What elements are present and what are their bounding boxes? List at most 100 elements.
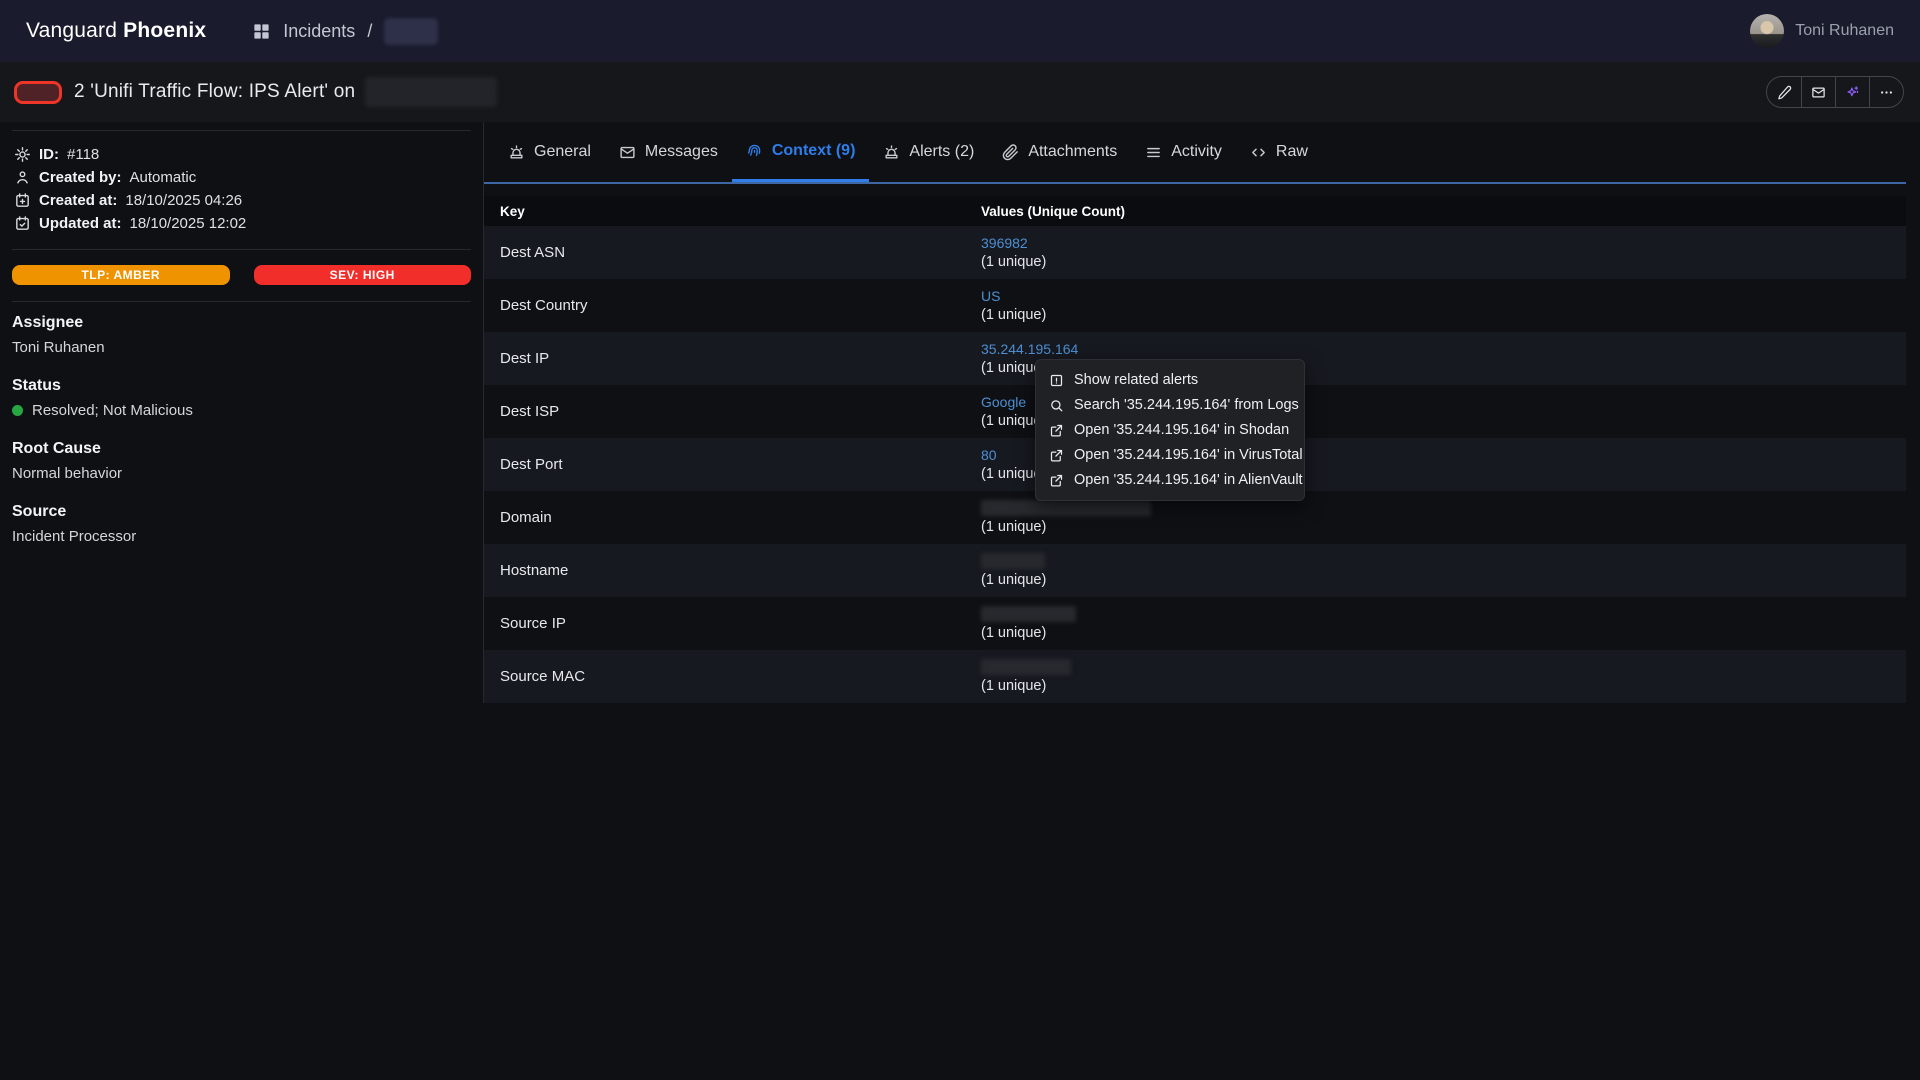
incident-actions [1766,76,1904,108]
gear-icon [14,146,31,163]
table-row: Dest Country US (1 unique) [484,279,1906,332]
menu-item-label: Open '35.244.195.164' in VirusTotal [1074,447,1303,463]
row-key: Hostname [484,562,981,579]
external-link-icon [1049,423,1064,438]
menu-item-open-virustotal[interactable]: Open '35.244.195.164' in VirusTotal [1036,443,1304,467]
row-key: Source IP [484,615,981,632]
tab-label: General [534,143,591,161]
source-value: Incident Processor [12,528,471,545]
tab-messages[interactable]: Messages [605,122,732,182]
root-cause-section: Root Cause Normal behavior [12,440,471,482]
badge-row: TLP: AMBER SEV: HIGH [12,250,471,301]
edit-button[interactable] [1767,77,1801,107]
severity-redacted-badge [14,81,62,104]
value-link[interactable]: 396982 [981,235,1046,251]
tab-raw[interactable]: Raw [1236,122,1322,182]
tab-activity[interactable]: Activity [1131,122,1236,182]
meta-value: 18/10/2025 12:02 [130,215,247,232]
tab-label: Alerts (2) [909,143,974,161]
envelope-icon [619,144,636,161]
menu-item-search-logs[interactable]: Search '35.244.195.164' from Logs [1036,393,1304,417]
table-row: Source IP (1 unique) [484,597,1906,650]
top-nav: Vanguard Phoenix Incidents / Toni Ruhane… [0,0,1920,62]
avatar[interactable] [1750,14,1784,48]
status-dot-icon [12,405,23,416]
tab-context[interactable]: Context (9) [732,122,870,182]
status-section: Status Resolved; Not Malicious [12,377,471,419]
row-key: Dest IP [484,350,981,367]
value-link[interactable]: 35.244.195.164 [981,341,1078,357]
list-icon [1145,144,1162,161]
meta-label: Updated at: [39,215,122,232]
root-cause-value: Normal behavior [12,465,471,482]
tlp-badge: TLP: AMBER [12,265,230,285]
unique-count: (1 unique) [981,307,1046,323]
column-header-values: Values (Unique Count) [981,204,1125,219]
grid-icon [252,22,271,41]
more-options-button[interactable] [1869,77,1903,107]
paperclip-icon [1002,144,1019,161]
meta-value: Automatic [130,169,197,186]
fingerprint-icon [746,142,763,159]
meta-row-created-at: Created at: 18/10/2025 04:26 [14,189,469,212]
table-row: Dest ASN 396982 (1 unique) [484,226,1906,279]
external-link-icon [1049,448,1064,463]
tab-attachments[interactable]: Attachments [988,122,1131,182]
redacted-value [981,606,1076,622]
meta-value: 18/10/2025 04:26 [125,192,242,209]
row-key: Dest Port [484,456,981,473]
breadcrumb: Incidents / [252,18,438,45]
menu-item-show-related-alerts[interactable]: Show related alerts [1036,368,1304,392]
section-title: Status [12,377,471,395]
row-key: Dest Country [484,297,981,314]
search-icon [1049,398,1064,413]
unique-count: (1 unique) [981,519,1151,535]
tab-bar: General Messages Context (9) Alerts (2) [484,122,1906,184]
section-title: Source [12,503,471,521]
tab-label: Context (9) [772,142,856,160]
meta-row-updated-at: Updated at: 18/10/2025 12:02 [14,212,469,235]
menu-item-open-shodan[interactable]: Open '35.244.195.164' in Shodan [1036,418,1304,442]
siren-icon [883,144,900,161]
breadcrumb-incidents[interactable]: Incidents [283,21,355,42]
email-button[interactable] [1801,77,1835,107]
redacted-value [981,500,1151,516]
calendar-check-icon [14,215,31,232]
menu-item-label: Open '35.244.195.164' in AlienVault [1074,472,1303,488]
meta-value: #118 [67,146,99,163]
row-key: Domain [484,509,981,526]
breadcrumb-divider: / [367,21,372,42]
meta-label: ID: [39,146,59,163]
source-section: Source Incident Processor [12,503,471,545]
tab-label: Activity [1171,143,1222,161]
value-link[interactable]: US [981,288,1046,304]
incident-meta: ID: #118 Created by: Automatic Created a… [12,131,471,249]
tab-alerts[interactable]: Alerts (2) [869,122,988,182]
tab-label: Attachments [1028,143,1117,161]
meta-label: Created at: [39,192,117,209]
section-title: Root Cause [12,440,471,458]
value-context-menu: Show related alerts Search '35.244.195.1… [1035,359,1305,501]
breadcrumb-redacted-chip [384,18,438,45]
menu-item-open-alienvault[interactable]: Open '35.244.195.164' in AlienVault [1036,468,1304,492]
status-text: Resolved; Not Malicious [32,402,193,419]
code-icon [1250,144,1267,161]
app-logo[interactable]: Vanguard Phoenix [26,19,206,43]
unique-count: (1 unique) [981,572,1046,588]
section-title: Assignee [12,314,471,332]
external-link-icon [1049,473,1064,488]
status-value: Resolved; Not Malicious [12,402,471,419]
tab-general[interactable]: General [494,122,605,182]
brand-regular: Vanguard [26,19,117,42]
ai-assistant-button[interactable] [1835,77,1869,107]
unique-count: (1 unique) [981,254,1046,270]
tab-label: Messages [645,143,718,161]
row-key: Dest ISP [484,403,981,420]
assignee-section: Assignee Toni Ruhanen [12,314,471,356]
incident-title-redacted-chip [365,77,497,107]
incident-sidebar: ID: #118 Created by: Automatic Created a… [0,122,483,566]
menu-item-label: Open '35.244.195.164' in Shodan [1074,422,1289,438]
user-menu[interactable]: Toni Ruhanen [1750,14,1894,48]
user-icon [14,169,31,186]
unique-count: (1 unique) [981,678,1071,694]
